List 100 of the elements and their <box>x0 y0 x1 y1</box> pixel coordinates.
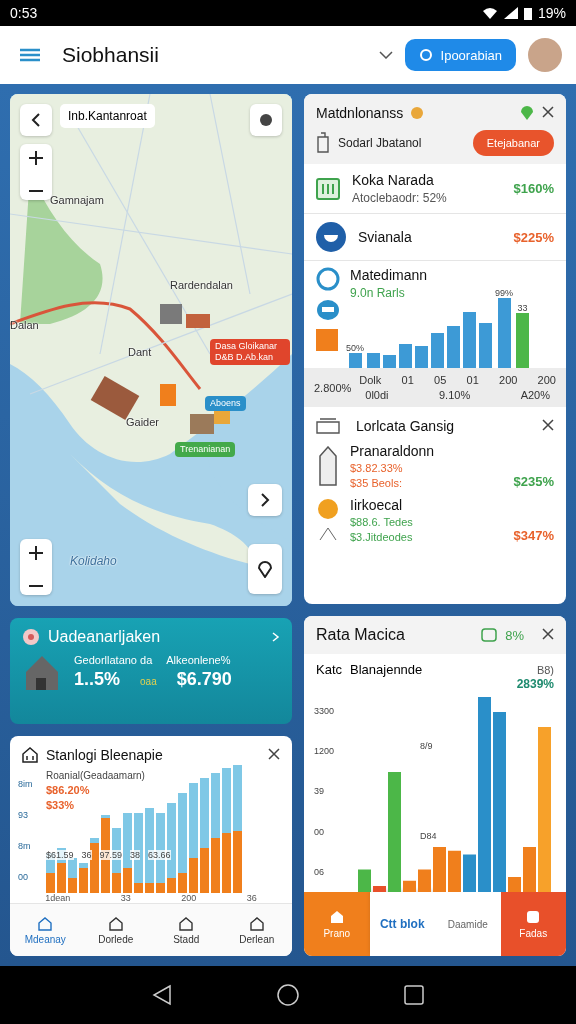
nav-tab[interactable]: Stadd <box>151 904 222 956</box>
item-name: Koka Narada <box>352 172 435 188</box>
chart-bar <box>523 847 536 892</box>
chart-bar <box>415 345 428 368</box>
y-axis-label: 06 <box>314 866 325 877</box>
plus-icon <box>29 151 43 165</box>
layers-button[interactable] <box>250 104 282 136</box>
wifi-icon <box>481 7 498 19</box>
card-title: Matdnlonanss <box>316 105 404 121</box>
globe-icon <box>316 267 340 291</box>
chart-bar <box>463 854 476 892</box>
card-subtitle: Sodarl Jbatanol <box>338 136 422 150</box>
item-detail: $3.Jitdeodes <box>350 531 414 543</box>
chart-bar <box>497 298 511 368</box>
nav-tab[interactable]: Mdeanay <box>10 904 81 956</box>
bottom-tab[interactable]: Fadas <box>500 892 566 956</box>
chevron-down-icon[interactable] <box>378 51 393 59</box>
recents-icon[interactable] <box>403 985 424 1005</box>
axis-label: 9.10% <box>439 389 471 401</box>
map-callout[interactable]: Trenanianan <box>175 442 236 457</box>
nav-tab[interactable]: Derlean <box>221 904 292 956</box>
axis-label: 0l0di <box>365 389 389 401</box>
chart-label: B8) <box>536 663 554 676</box>
bar-label: 99% <box>495 288 514 298</box>
item-detail: $88.6. Tedes <box>350 516 414 528</box>
item-detail: $35 Beols: <box>350 477 403 489</box>
action-button[interactable]: Etejabanar <box>472 130 554 156</box>
plus-icon <box>29 546 43 560</box>
chart-bar <box>447 326 460 368</box>
y-axis-label: 3300 <box>314 706 336 717</box>
chart-legend: Roanial(Geadaamarn) <box>46 770 145 781</box>
status-time: 0:53 <box>10 5 38 21</box>
bottom-tab[interactable]: Ctt blok <box>369 892 435 956</box>
card-title: Rata Macica <box>316 626 406 644</box>
chevron-right-icon[interactable] <box>272 632 280 642</box>
back-icon[interactable] <box>152 984 173 1006</box>
bar-label: 97.59 <box>99 850 123 860</box>
summary-value: $6.790 <box>176 669 232 690</box>
y-axis-label: 00 <box>18 872 29 883</box>
lantern-icon <box>316 132 330 154</box>
home-icon <box>37 915 54 932</box>
chart-bar <box>211 838 220 893</box>
chart-bar <box>46 873 55 893</box>
map-label: Dant <box>128 346 152 358</box>
square-icon <box>525 909 542 925</box>
nav-tab[interactable]: Dorlede <box>80 904 151 956</box>
chart-bar <box>383 355 396 368</box>
home-icon <box>178 915 195 932</box>
chart-bar <box>479 322 492 368</box>
map-callout[interactable]: Dasa Gloikanar D&B D.Ab.kan <box>210 339 290 365</box>
item-name: Iirkoecal <box>350 497 404 513</box>
y-axis-label: 8m <box>18 841 32 852</box>
card-title: Stanlogi Bleenapie <box>46 747 164 763</box>
chart-bar <box>68 858 77 878</box>
chart-highlight: 2839% <box>515 677 555 691</box>
next-button[interactable] <box>248 484 282 516</box>
menu-icon[interactable] <box>20 48 40 62</box>
axis-label: 200 <box>181 893 197 903</box>
chart-bar <box>211 773 220 838</box>
map-label: Dalan <box>10 319 39 331</box>
bar-label: 33 <box>517 303 528 314</box>
home-icon <box>107 915 124 932</box>
minus-icon <box>29 584 43 588</box>
map-search-field[interactable]: Inb.Kantanroat <box>60 104 155 128</box>
home-icon <box>328 909 345 925</box>
location-button[interactable] <box>248 544 282 594</box>
axis-label: 1dean <box>45 893 71 903</box>
map-label: Gamnajam <box>50 194 104 206</box>
section-title: Lorlcata Gansig <box>356 418 456 434</box>
chart-label: Katc <box>316 662 342 677</box>
storefront-icon <box>316 177 340 200</box>
chart-bar <box>233 831 242 893</box>
axis-label: 36 <box>246 893 257 903</box>
chart-bar <box>373 886 386 892</box>
y-axis-label: 39 <box>314 786 325 797</box>
y-axis-label: 8im <box>18 778 34 789</box>
chart-bar <box>68 878 77 893</box>
archive-icon <box>316 418 340 434</box>
item-detail: Atoclebaodr: 52% <box>352 191 448 205</box>
chart-bar <box>403 880 416 892</box>
y-axis-label: 93 <box>18 809 29 820</box>
item-value: $225% <box>513 229 554 245</box>
badge-value: 8% <box>505 627 524 643</box>
y-axis-label: 1200 <box>314 746 336 757</box>
bar-label: 36 <box>81 850 92 860</box>
y-axis-label: 00 <box>314 826 325 837</box>
chart-bar <box>418 869 431 892</box>
chart-bar <box>448 850 461 892</box>
primary-button[interactable]: Ipoorabian <box>404 39 516 71</box>
home-icon[interactable] <box>277 984 299 1006</box>
chart-total: 2.800% <box>314 381 352 394</box>
summary-label: Gedorllatano da <box>74 654 153 666</box>
target-icon <box>22 628 40 646</box>
chart-bar <box>233 765 242 831</box>
close-icon <box>268 748 280 760</box>
minus-icon <box>29 189 43 193</box>
bottom-tab[interactable]: Prano <box>304 892 370 956</box>
back-button[interactable] <box>20 104 52 136</box>
map-callout[interactable]: Aboens <box>205 396 246 411</box>
dot-icon <box>258 112 274 128</box>
